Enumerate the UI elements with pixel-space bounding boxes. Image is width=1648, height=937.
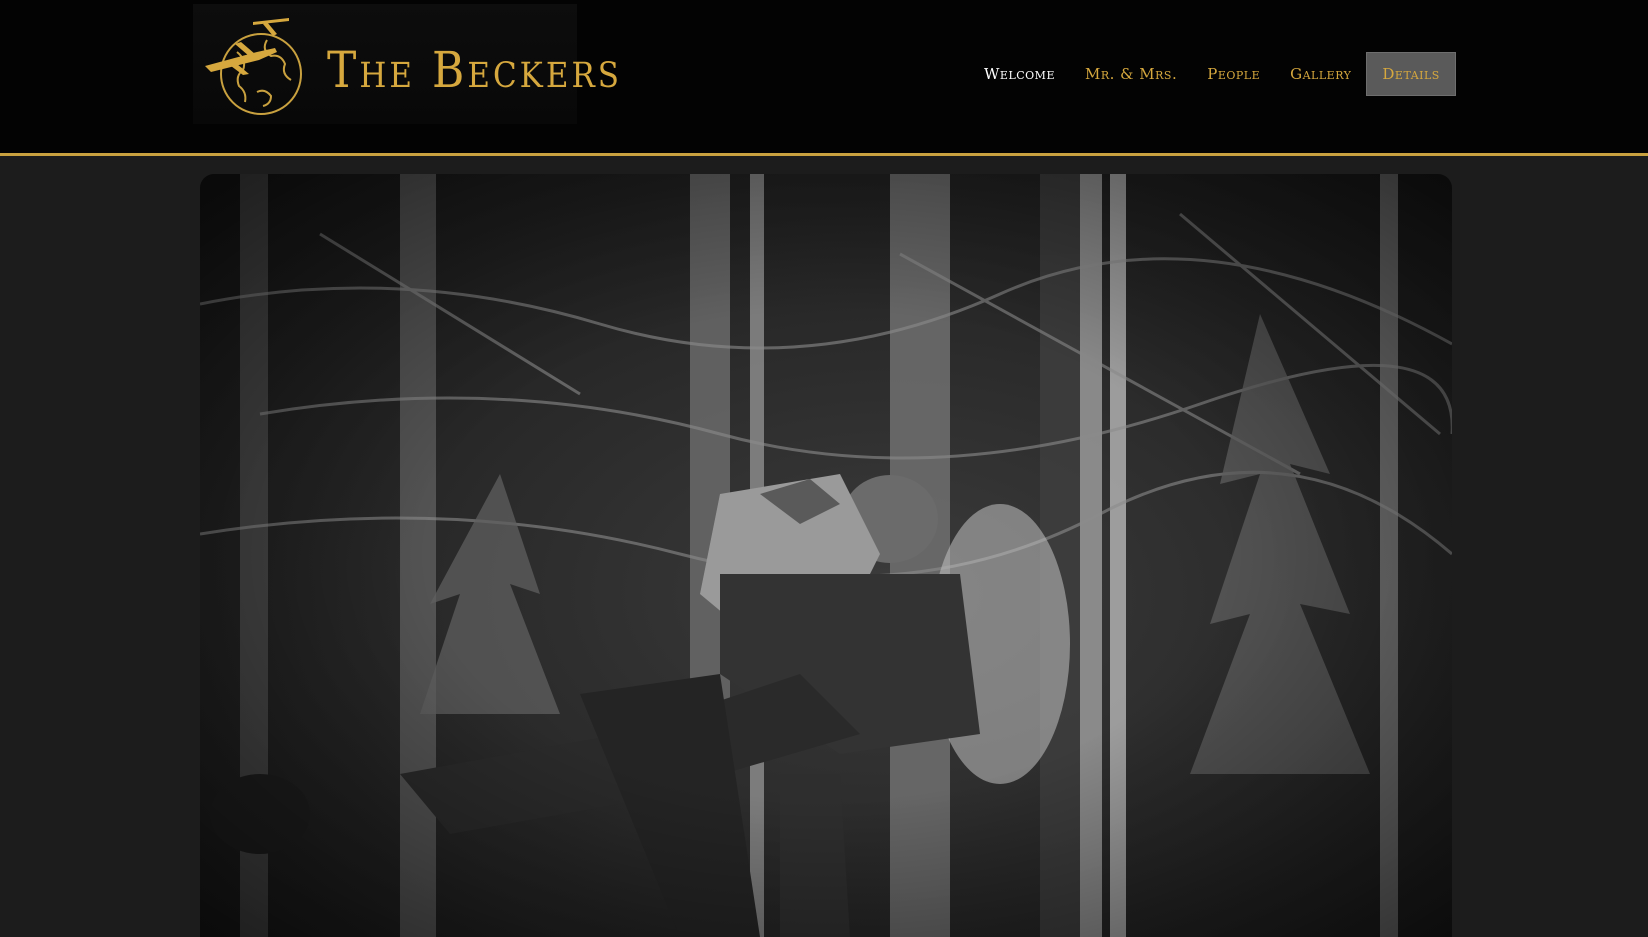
logo-text: The Beckers	[327, 42, 623, 100]
hero-photo	[200, 174, 1452, 937]
site-header: The Beckers Welcome Mr. & Mrs. People Ga…	[0, 0, 1648, 156]
site-logo[interactable]: The Beckers	[193, 4, 619, 124]
nav-item-gallery[interactable]: Gallery	[1275, 52, 1366, 96]
nav-item-mr-mrs[interactable]: Mr. & Mrs.	[1070, 52, 1192, 96]
globe-airplane-icon	[205, 18, 302, 115]
nav-item-people[interactable]: People	[1192, 52, 1275, 96]
nav-item-welcome[interactable]: Welcome	[969, 52, 1070, 96]
couple-kissing-in-forest-photo	[200, 174, 1452, 937]
nav-item-details[interactable]: Details	[1366, 52, 1456, 96]
main-nav: Welcome Mr. & Mrs. People Gallery Detail…	[969, 52, 1456, 96]
